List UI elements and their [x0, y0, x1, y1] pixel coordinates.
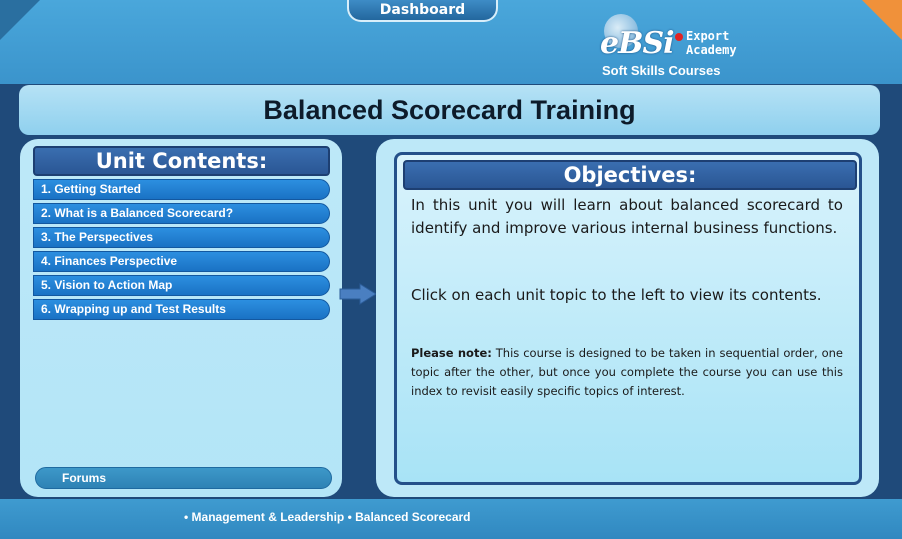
objectives-text-1: In this unit you will learn about balanc… [411, 196, 843, 237]
logo-tagline: Soft Skills Courses [602, 63, 721, 78]
objectives-note: Please note: This course is designed to … [411, 344, 843, 401]
sidebar-item-wrapping-up[interactable]: 6. Wrapping up and Test Results [33, 299, 330, 320]
objectives-heading: Objectives: [403, 160, 857, 190]
logo: eBSi Export Academy Soft Skills Courses [598, 12, 778, 82]
logo-line2: Academy [686, 43, 737, 57]
page-title: Balanced Scorecard Training [19, 85, 880, 135]
logo-line1: Export [686, 29, 730, 43]
arrow-right-icon [339, 283, 377, 305]
note-label: Please note: [411, 346, 492, 360]
dashboard-button[interactable]: Dashboard [347, 0, 498, 22]
forums-button[interactable]: Forums [35, 467, 332, 489]
logo-brand: eBSi [600, 26, 675, 61]
corner-decoration-left [0, 0, 40, 40]
corner-decoration-right [862, 0, 902, 40]
logo-dot-icon [675, 33, 683, 41]
objectives-text-2: Click on each unit topic to the left to … [411, 286, 822, 304]
unit-contents-heading: Unit Contents: [33, 146, 330, 176]
sidebar-item-what-is-balanced-scorecard[interactable]: 2. What is a Balanced Scorecard? [33, 203, 330, 224]
sidebar-item-perspectives[interactable]: 3. The Perspectives [33, 227, 330, 248]
sidebar-item-vision-to-action-map[interactable]: 5. Vision to Action Map [33, 275, 330, 296]
sidebar-item-finances-perspective[interactable]: 4. Finances Perspective [33, 251, 330, 272]
breadcrumb: • Management & Leadership • Balanced Sco… [184, 510, 471, 524]
sidebar-item-getting-started[interactable]: 1. Getting Started [33, 179, 330, 200]
